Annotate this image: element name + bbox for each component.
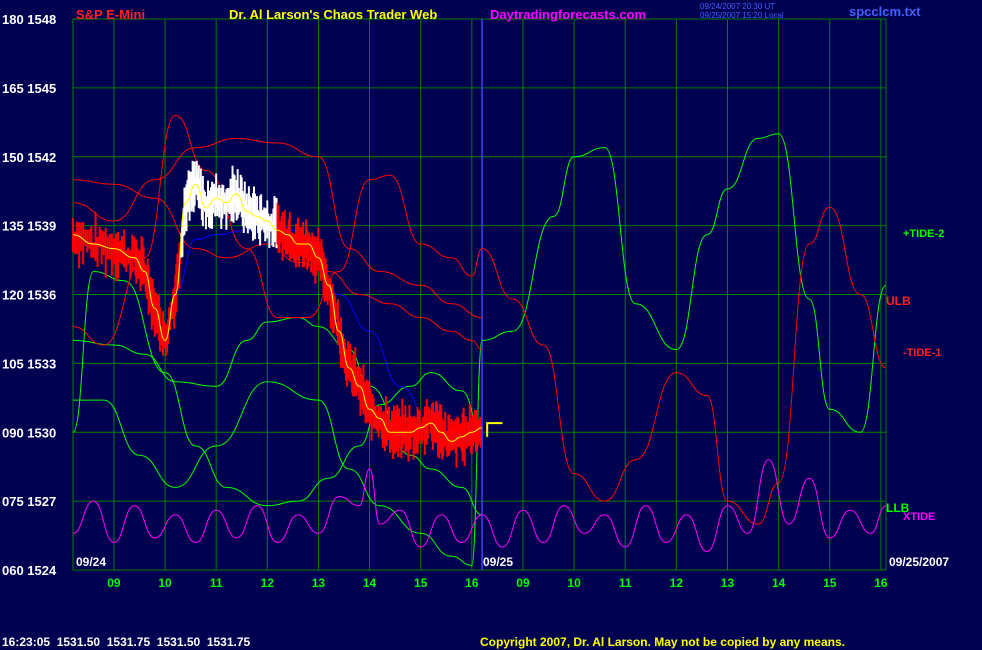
date-label-end: 09/25/2007: [889, 555, 949, 569]
y-tick-label: 150 1542: [2, 150, 56, 165]
timestamp-ut: 09/24/2007 20:30 UT: [700, 2, 775, 11]
y-tick-label: 165 1545: [2, 81, 56, 96]
date-label-day1: 09/24: [76, 555, 106, 569]
x-tick-label: 10: [567, 576, 581, 590]
x-tick-label: 14: [772, 576, 786, 590]
y-tick-label: 180 1548: [2, 12, 56, 27]
x-tick-label: 11: [619, 576, 632, 590]
y-tick-label: 075 1527: [2, 494, 56, 509]
date-label-day2: 09/25: [483, 555, 513, 569]
chart-canvas: 09 10 11 12 13 14 15 16 09 10 11 12 13 14 15 16 180 1548…: [0, 0, 982, 650]
x-tick-label: 16: [874, 576, 888, 590]
x-tick-label: 09: [107, 576, 121, 590]
y-tick-label: 060 1524: [2, 563, 57, 578]
x-tick-label: 11: [210, 576, 223, 590]
site-url[interactable]: Daytradingforecasts.com: [490, 7, 646, 22]
y-tick-label: 120 1536: [2, 288, 56, 303]
quote-line: 16:23:05 1531.50 1531.75 1531.50 1531.75: [2, 635, 251, 649]
legend-xtide: XTIDE: [903, 511, 935, 523]
timestamp-local: 09/25/2007 15:20 Local: [700, 11, 784, 20]
legend-tide-plus: +TIDE-2: [903, 228, 944, 240]
chart-background: [0, 0, 982, 650]
data-file-name: spcclcm.txt: [849, 4, 921, 19]
site-title: Dr. Al Larson's Chaos Trader Web: [229, 7, 437, 22]
x-tick-label: 14: [363, 576, 377, 590]
instrument-label: S&P E-Mini: [76, 7, 145, 22]
x-tick-label: 13: [721, 576, 735, 590]
x-tick-label: 09: [516, 576, 530, 590]
x-tick-label: 15: [414, 576, 428, 590]
x-tick-label: 13: [312, 576, 326, 590]
legend-tide-minus: -TIDE-1: [903, 347, 942, 359]
y-tick-label: 105 1533: [2, 356, 56, 371]
y-tick-label: 135 1539: [2, 219, 56, 234]
x-tick-label: 15: [823, 576, 837, 590]
x-tick-label: 12: [261, 576, 275, 590]
x-tick-label: 10: [158, 576, 172, 590]
legend-ulb: ULB: [886, 294, 911, 308]
x-tick-label: 12: [670, 576, 684, 590]
copyright-notice: Copyright 2007, Dr. Al Larson. May not b…: [480, 635, 845, 649]
y-tick-label: 090 1530: [2, 425, 56, 440]
x-tick-label: 16: [465, 576, 479, 590]
